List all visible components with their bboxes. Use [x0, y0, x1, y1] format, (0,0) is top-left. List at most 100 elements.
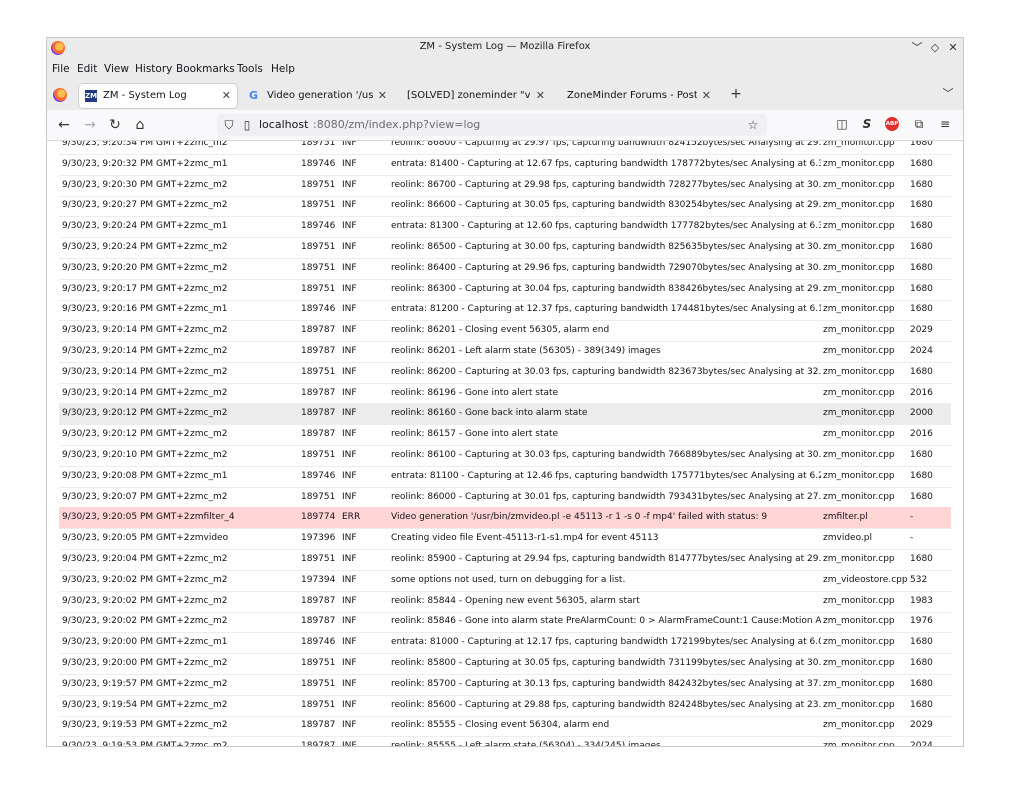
log-date: 9/30/23, 9:20:05 PM GMT+2 [62, 533, 190, 544]
menu-file[interactable]: File [52, 63, 70, 75]
log-file: zm_monitor.cpp [823, 470, 895, 481]
table-row[interactable]: 9/30/23, 9:19:53 PM GMT+2zmc_m2 189787 INF… [59, 736, 951, 746]
title-bar: ZM - System Log — Mozilla Firefox ﹀ ◇ ✕ [47, 38, 963, 58]
table-row[interactable]: 9/30/23, 9:20:17 PM GMT+2 zmc_m2 189751 INF… [59, 279, 951, 301]
url-bar[interactable]: ⛉ ▯ localhost :8080/zm/index.php?view=lo… [217, 114, 767, 136]
table-row[interactable]: 9/30/23, 9:20:10 PM GMT+2 zmc_m2 189751 INF… [59, 445, 951, 467]
table-row[interactable]: 9/30/23, 9:20:32 PM GMT+2 zmc_m1 189746 INF… [59, 154, 951, 176]
table-row[interactable]: 9/30/23, 9:20:00 PM GMT+2 zmc_m1 189746 INF… [59, 632, 951, 655]
tab-zm-system-log[interactable]: ZM ZM - System Log ✕ [79, 84, 237, 108]
table-row[interactable]: 9/30/23, 9:20:02 PM GMT+2 zmc_m2 197394 INF… [59, 570, 951, 592]
log-component: zmc_m2 [190, 616, 228, 627]
log-file: zm_monitor.cpp [823, 699, 895, 710]
log-message: reolink: 86500 - Capturing at 30.00 fps,… [391, 242, 821, 252]
new-tab-icon[interactable]: + [727, 85, 745, 103]
close-tab-icon[interactable]: ✕ [378, 84, 387, 108]
log-date: 9/30/23, 9:20:00 PM GMT+2 [62, 637, 190, 648]
menu-tools[interactable]: Tools [237, 63, 263, 75]
log-level: INF [342, 325, 357, 336]
maximize-button[interactable]: ◇ [927, 40, 943, 56]
pocket-icon[interactable]: ◫ [834, 116, 850, 132]
extensions-icon[interactable]: ⧉ [911, 116, 927, 132]
tab-video-generation[interactable]: G Video generation '/usr/bin/z ✕ [243, 84, 393, 108]
log-line: 1680 [910, 221, 933, 232]
table-row[interactable]: 9/30/23, 9:20:08 PM GMT+2 zmc_m1 189746 INF… [59, 466, 951, 488]
log-component: zmc_m1 [190, 304, 228, 315]
home-icon[interactable]: ⌂ [131, 116, 149, 134]
table-row[interactable]: 9/30/23, 9:20:12 PM GMT+2 zmc_m2 189787 INF… [59, 403, 951, 426]
close-tab-icon[interactable]: ✕ [536, 84, 545, 108]
log-file: zm_monitor.cpp [823, 366, 895, 377]
site-permissions-icon[interactable]: ⛉ [221, 117, 237, 133]
log-message: reolink: 86400 - Capturing at 29.96 fps,… [391, 262, 821, 273]
menu-bar: File Edit View History Bookmarks Tools H… [47, 58, 963, 80]
table-row[interactable]: 9/30/23, 9:20:14 PM GMT+2 zmc_m2 189787 INF… [59, 341, 951, 363]
log-table: 9/30/23, 9:20:34 PM GMT+2 zmc_m2 189751 INF… [47, 141, 963, 746]
close-tab-icon[interactable]: ✕ [222, 84, 231, 108]
log-message: Creating video file Event-45113-r1-s1.mp… [391, 533, 659, 544]
table-row[interactable]: 9/30/23, 9:20:14 PM GMT+2 zmc_m2 189787 INF… [59, 320, 951, 343]
table-row[interactable]: 9/30/23, 9:20:02 PM GMT+2 zmc_m2 189787 INF… [59, 591, 951, 613]
log-pid: 189751 [301, 491, 336, 502]
menu-help[interactable]: Help [271, 63, 295, 75]
table-row[interactable]: 9/30/23, 9:20:27 PM GMT+2 zmc_m2 189751 INF… [59, 195, 951, 218]
log-line: 1680 [910, 699, 933, 710]
log-message: reolink: 85600 - Capturing at 29.88 fps,… [391, 699, 821, 710]
log-date: 9/30/23, 9:20:14 PM GMT+2 [62, 346, 190, 356]
url-path: :8080/zm/index.php?view=log [313, 118, 481, 131]
log-pid: 189746 [301, 637, 336, 648]
table-row[interactable]: 9/30/23, 9:20:16 PM GMT+2 zmc_m1 189746 INF… [59, 299, 951, 322]
adblock-icon[interactable]: ABP [885, 117, 899, 131]
minimize-button[interactable]: ﹀ [909, 40, 925, 56]
log-level: INF [342, 200, 357, 211]
log-pid: 189751 [301, 200, 336, 211]
table-row[interactable]: 9/30/23, 9:20:14 PM GMT+2 zmc_m2 189751 INF… [59, 362, 951, 384]
table-row[interactable]: 9/30/23, 9:20:00 PM GMT+2 zmc_m2 189751 INF… [59, 653, 951, 675]
table-row[interactable]: 9/30/23, 9:20:07 PM GMT+2 zmc_m2 189751 INF… [59, 487, 951, 509]
table-row[interactable]: 9/30/23, 9:20:02 PM GMT+2 zmc_m2 189787 INF… [59, 611, 951, 634]
firefox-view-icon[interactable] [53, 88, 67, 102]
reload-icon[interactable]: ↻ [106, 116, 124, 134]
table-row[interactable]: 9/30/23, 9:20:30 PM GMT+2 zmc_m2 189751 INF… [59, 175, 951, 197]
table-row[interactable]: 9/30/23, 9:20:12 PM GMT+2 zmc_m2 189787 INF… [59, 424, 951, 447]
log-line: 2016 [910, 429, 933, 440]
log-file: zm_monitor.cpp [823, 200, 895, 211]
log-date: 9/30/23, 9:20:12 PM GMT+2 [62, 429, 190, 440]
log-component: zmc_m2 [190, 387, 228, 398]
menu-view[interactable]: View [104, 63, 129, 75]
menu-edit[interactable]: Edit [77, 63, 97, 75]
log-file: zm_monitor.cpp [823, 637, 895, 648]
tab-zoneminder-forums[interactable]: ZoneMinder Forums - Post a n ✕ [561, 84, 717, 108]
navigation-toolbar: ← → ↻ ⌂ ⛉ ▯ localhost :8080/zm/index.php… [47, 110, 963, 141]
log-pid: 189787 [301, 736, 335, 746]
close-window-button[interactable]: ✕ [945, 40, 961, 56]
menu-history[interactable]: History [135, 63, 172, 75]
table-row[interactable]: 9/30/23, 9:19:57 PM GMT+2 zmc_m2 189751 INF… [59, 674, 951, 696]
log-date: 9/30/23, 9:20:20 PM GMT+2 [62, 262, 190, 273]
table-row[interactable]: 9/30/23, 9:19:54 PM GMT+2 zmc_m2 189751 INF… [59, 695, 951, 717]
s-extension-icon[interactable]: S [859, 116, 875, 132]
hamburger-menu-icon[interactable]: ≡ [937, 116, 953, 132]
table-row[interactable]: 9/30/23, 9:20:04 PM GMT+2 zmc_m2 189751 INF… [59, 549, 951, 571]
table-row[interactable]: 9/30/23, 9:20:05 PM GMT+2 zmvideo 197396 IN… [59, 528, 951, 551]
log-date: 9/30/23, 9:20:24 PM GMT+2 [62, 221, 190, 232]
table-row[interactable]: 9/30/23, 9:19:53 PM GMT+2zmc_m2 189787 INF… [59, 715, 951, 738]
back-icon[interactable]: ← [55, 116, 73, 134]
log-pid: 189751 [301, 450, 336, 460]
log-level: ERR [342, 512, 361, 523]
close-tab-icon[interactable]: ✕ [702, 84, 711, 108]
bookmark-star-icon[interactable]: ☆ [745, 117, 761, 133]
log-file: zm_monitor.cpp [823, 141, 895, 148]
log-line: 1680 [910, 158, 933, 169]
log-level: INF [342, 387, 357, 398]
list-tabs-icon[interactable]: ﹀ [939, 85, 957, 103]
table-row[interactable]: 9/30/23, 9:20:24 PM GMT+2 zmc_m1 189746 INF… [59, 216, 951, 239]
log-file: zm_monitor.cpp [823, 616, 895, 627]
table-row[interactable]: 9/30/23, 9:20:24 PM GMT+2 zmc_m2 189751 INF… [59, 237, 951, 259]
table-row[interactable]: 9/30/23, 9:20:14 PM GMT+2 zmc_m2 189787 INF… [59, 383, 951, 405]
menu-bookmarks[interactable]: Bookmarks [176, 63, 235, 75]
table-row-error[interactable]: 9/30/23, 9:20:05 PM GMT+2 zmfilter_4 18977… [59, 507, 951, 530]
forward-icon[interactable]: → [81, 116, 99, 134]
tab-solved-zoneminder[interactable]: [SOLVED] zoneminder "video g ✕ [401, 84, 551, 108]
table-row[interactable]: 9/30/23, 9:20:20 PM GMT+2 zmc_m2 189751 INF… [59, 258, 951, 280]
